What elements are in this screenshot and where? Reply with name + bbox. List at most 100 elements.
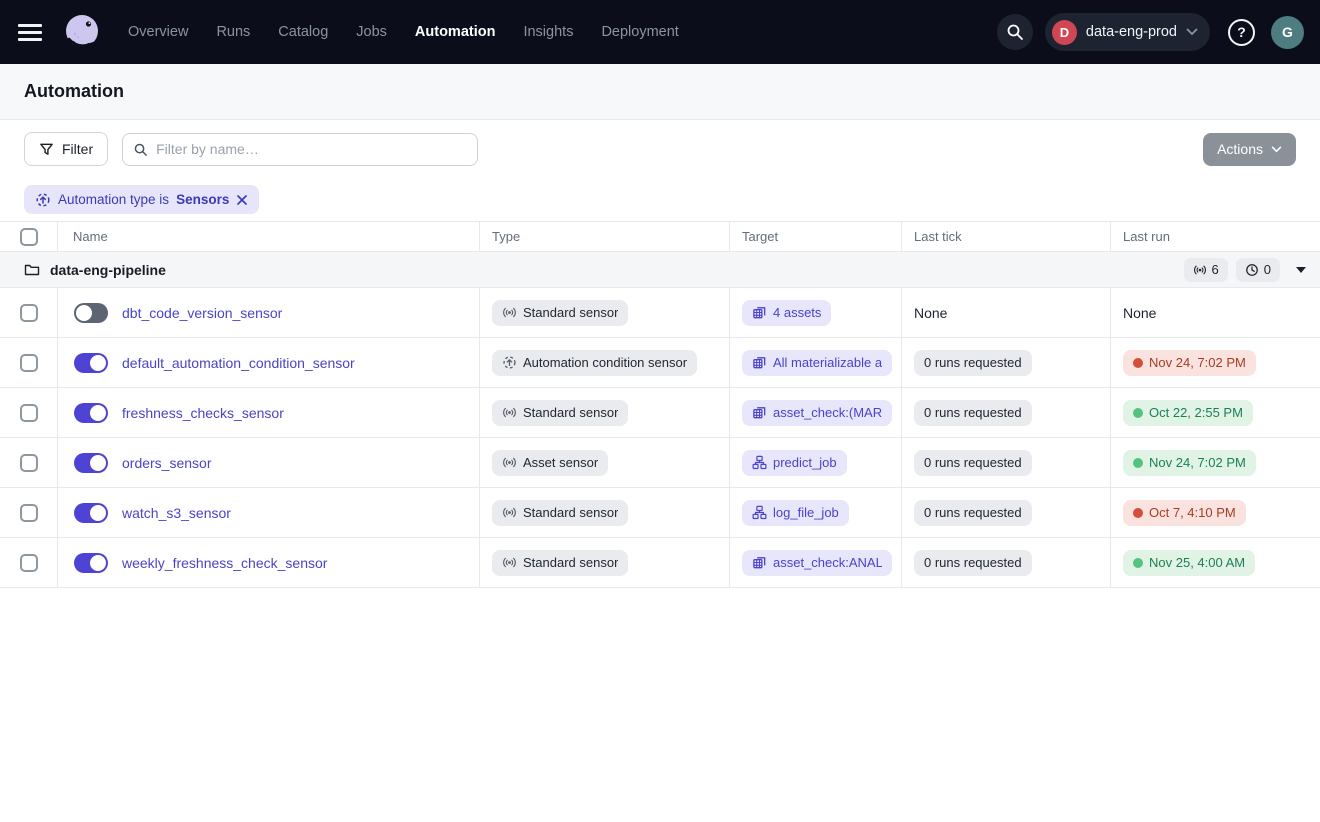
nav-items: Overview Runs Catalog Jobs Automation In… (128, 24, 679, 40)
type-badge: Standard sensor (492, 400, 628, 426)
sensor-count: 6 (1212, 262, 1219, 277)
target-label: asset_check:ANALY (773, 555, 882, 570)
sensor-toggle[interactable] (74, 353, 108, 373)
type-label: Asset sensor (523, 455, 598, 470)
hamburger-menu-icon[interactable] (18, 18, 46, 46)
column-header-target: Target (730, 222, 902, 251)
deployment-initial-badge: D (1052, 20, 1077, 45)
type-badge: Standard sensor (492, 550, 628, 576)
filter-button[interactable]: Filter (24, 132, 108, 166)
deployment-name: data-eng-prod (1086, 24, 1177, 40)
sensor-toggle[interactable] (74, 553, 108, 573)
table-row: freshness_checks_sensor Standard sensor … (0, 388, 1320, 438)
sensor-name-link[interactable]: default_automation_condition_sensor (122, 355, 355, 371)
deployment-selector[interactable]: D data-eng-prod (1045, 13, 1210, 51)
nav-item-runs[interactable]: Runs (216, 24, 250, 40)
select-all-checkbox[interactable] (20, 228, 38, 246)
active-filters-row: Automation type is Sensors (0, 178, 1320, 221)
automation-condition-icon (502, 355, 517, 370)
page-header: Automation (0, 64, 1320, 120)
sensor-name-link[interactable]: orders_sensor (122, 455, 212, 471)
actions-button[interactable]: Actions (1203, 133, 1296, 166)
target-badge[interactable]: predict_job (742, 450, 847, 476)
sensor-name-link[interactable]: freshness_checks_sensor (122, 405, 284, 421)
magnifier-icon (133, 142, 148, 157)
success-dot-icon (1133, 558, 1143, 568)
dagster-logo-icon[interactable] (60, 10, 104, 54)
last-run-time: Nov 24, 7:02 PM (1149, 455, 1246, 470)
chevron-down-icon (1271, 146, 1282, 153)
sensor-name-link[interactable]: weekly_freshness_check_sensor (122, 555, 327, 571)
table-row: orders_sensor Asset sensor predict_job 0… (0, 438, 1320, 488)
nav-item-catalog[interactable]: Catalog (278, 24, 328, 40)
sensor-icon (1193, 263, 1207, 277)
asset-icon (752, 355, 767, 370)
group-row-data-eng-pipeline[interactable]: data-eng-pipeline 6 0 (0, 252, 1320, 288)
last-run-time: Oct 22, 2:55 PM (1149, 405, 1243, 420)
sensor-toggle[interactable] (74, 503, 108, 523)
search-input[interactable] (156, 141, 467, 157)
column-header-last-tick: Last tick (902, 222, 1111, 251)
last-tick-value: None (914, 305, 947, 321)
sensor-name-link[interactable]: watch_s3_sensor (122, 505, 231, 521)
type-label: Automation condition sensor (523, 355, 687, 370)
row-checkbox[interactable] (20, 554, 38, 572)
target-badge[interactable]: All materializable as (742, 350, 892, 376)
nav-item-deployment[interactable]: Deployment (601, 24, 678, 40)
last-run-badge[interactable]: Nov 24, 7:02 PM (1123, 450, 1256, 476)
schedule-count: 0 (1264, 262, 1271, 277)
success-dot-icon (1133, 458, 1143, 468)
sensor-icon (502, 555, 517, 570)
row-checkbox[interactable] (20, 454, 38, 472)
row-checkbox[interactable] (20, 354, 38, 372)
sensor-icon (502, 455, 517, 470)
type-label: Standard sensor (523, 305, 618, 320)
sensor-toggle[interactable] (74, 403, 108, 423)
target-badge[interactable]: log_file_job (742, 500, 849, 526)
asset-icon (752, 405, 767, 420)
row-checkbox[interactable] (20, 404, 38, 422)
nav-item-jobs[interactable]: Jobs (356, 24, 387, 40)
row-checkbox[interactable] (20, 304, 38, 322)
column-header-last-run: Last run (1111, 222, 1320, 251)
type-badge: Standard sensor (492, 300, 628, 326)
job-icon (752, 455, 767, 470)
last-run-time: Nov 24, 7:02 PM (1149, 355, 1246, 370)
close-icon[interactable] (236, 194, 248, 206)
target-badge[interactable]: asset_check:(MARK (742, 400, 892, 426)
type-badge: Automation condition sensor (492, 350, 697, 376)
nav-item-insights[interactable]: Insights (523, 24, 573, 40)
avatar[interactable]: G (1271, 16, 1304, 49)
clock-icon (1245, 263, 1259, 277)
last-run-badge[interactable]: Nov 25, 4:00 AM (1123, 550, 1255, 576)
last-run-badge[interactable]: Oct 22, 2:55 PM (1123, 400, 1253, 426)
sensor-icon (502, 305, 517, 320)
nav-item-automation[interactable]: Automation (415, 24, 496, 40)
help-icon[interactable]: ? (1228, 19, 1255, 46)
search-icon[interactable] (997, 14, 1033, 50)
target-label: predict_job (773, 455, 837, 470)
nav-item-overview[interactable]: Overview (128, 24, 188, 40)
automation-table: Name Type Target Last tick Last run data… (0, 221, 1320, 588)
last-run-badge[interactable]: Nov 24, 7:02 PM (1123, 350, 1256, 376)
target-badge[interactable]: 4 assets (742, 300, 831, 326)
last-tick-badge: 0 runs requested (914, 400, 1032, 426)
column-header-type: Type (480, 222, 730, 251)
sensor-toggle[interactable] (74, 453, 108, 473)
row-checkbox[interactable] (20, 504, 38, 522)
funnel-icon (39, 142, 54, 157)
filter-chip-automation-type[interactable]: Automation type is Sensors (24, 185, 259, 214)
last-run-badge[interactable]: Oct 7, 4:10 PM (1123, 500, 1246, 526)
last-tick-badge: 0 runs requested (914, 450, 1032, 476)
collapse-caret-icon[interactable] (1296, 267, 1306, 273)
folder-icon (24, 262, 40, 278)
filter-chip-value: Sensors (176, 192, 229, 207)
top-nav: Overview Runs Catalog Jobs Automation In… (0, 0, 1320, 64)
page-title: Automation (24, 81, 124, 102)
sensor-name-link[interactable]: dbt_code_version_sensor (122, 305, 282, 321)
target-badge[interactable]: asset_check:ANALY (742, 550, 892, 576)
column-header-name: Name (58, 222, 480, 251)
sensor-toggle[interactable] (74, 303, 108, 323)
table-row: default_automation_condition_sensor Auto… (0, 338, 1320, 388)
type-badge: Asset sensor (492, 450, 608, 476)
